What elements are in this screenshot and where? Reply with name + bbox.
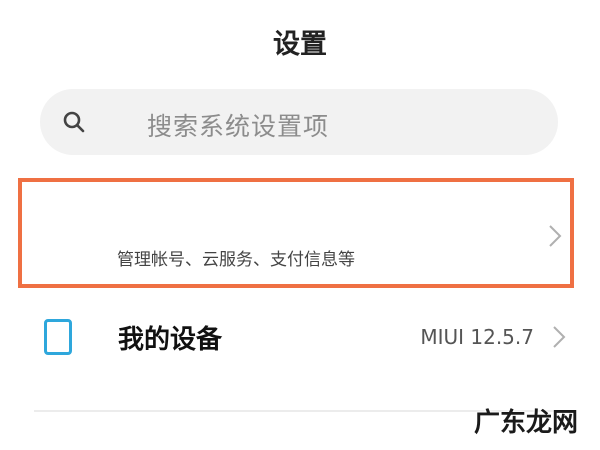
- account-settings-row[interactable]: 管理帐号、云服务、支付信息等: [18, 178, 574, 288]
- search-icon: [63, 111, 85, 133]
- my-device-row[interactable]: 我的设备 MIUI 12.5.7: [0, 300, 600, 376]
- search-bar[interactable]: 搜索系统设置项: [40, 89, 558, 155]
- search-input-placeholder[interactable]: 搜索系统设置项: [147, 107, 329, 143]
- watermark: 广东龙网: [473, 408, 578, 438]
- my-device-label: 我的设备: [118, 325, 223, 355]
- phone-icon: [44, 319, 72, 355]
- chevron-right-icon: [553, 326, 566, 348]
- chevron-right-icon: [549, 225, 562, 247]
- miui-version: MIUI 12.5.7: [420, 325, 534, 349]
- page-title: 设置: [273, 29, 327, 60]
- account-subtitle: 管理帐号、云服务、支付信息等: [117, 250, 355, 270]
